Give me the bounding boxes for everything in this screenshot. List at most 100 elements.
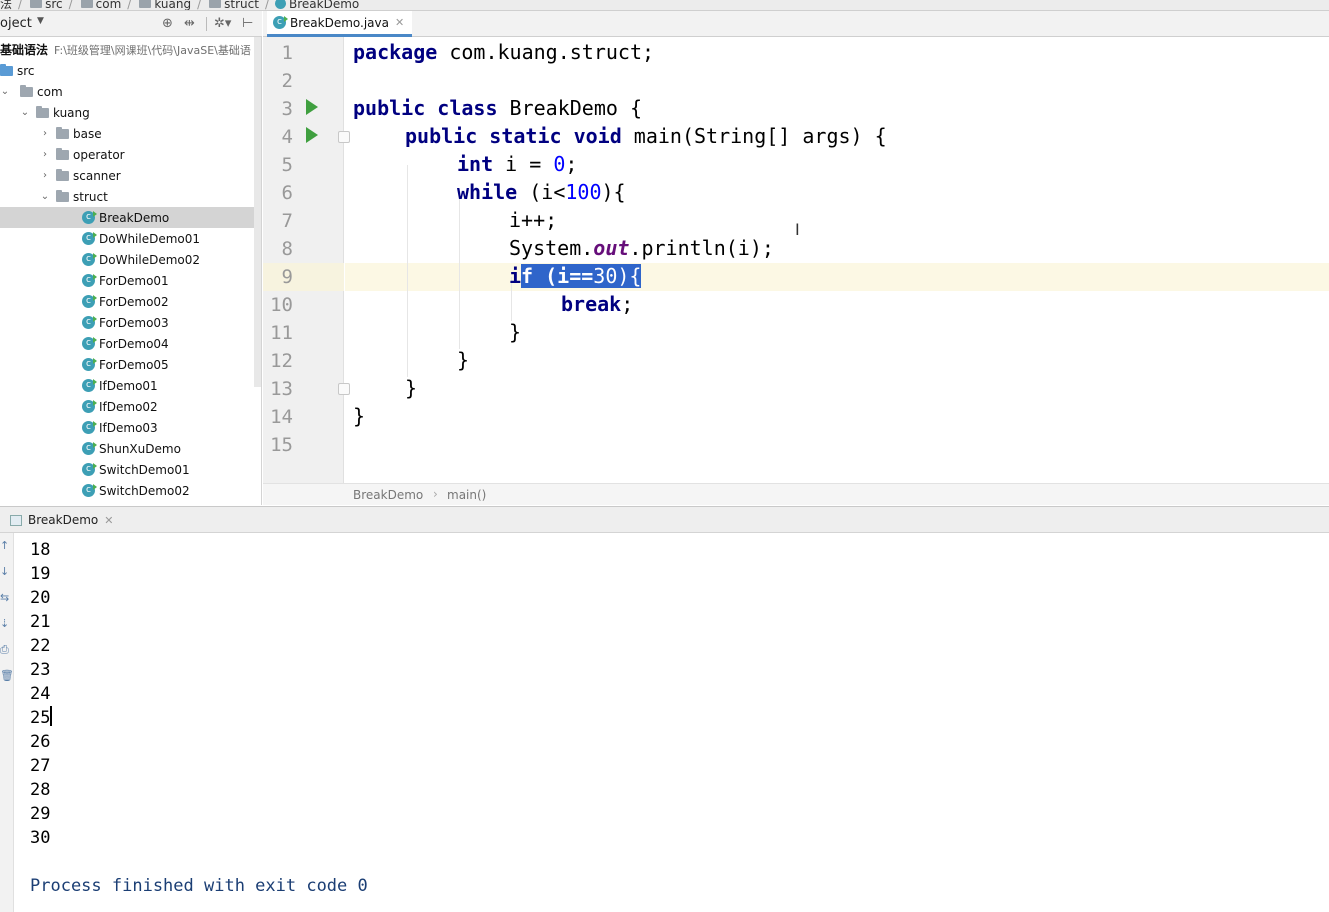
tree-item-label: SwitchDemo02: [99, 483, 190, 498]
run-panel-header: BreakDemo ✕: [0, 506, 1329, 533]
tree-item-class[interactable]: c DoWhileDemo01: [0, 228, 253, 249]
console-line: 30: [30, 828, 51, 848]
tree-item-class[interactable]: c DoWhileDemo02: [0, 249, 253, 270]
tree-item-class[interactable]: c ForDemo01: [0, 270, 253, 291]
breadcrumb-item[interactable]: src /: [26, 0, 77, 11]
editor-breadcrumb: BreakDemo › main(): [263, 483, 1329, 505]
code-line-8: System.out.println(i);: [509, 234, 774, 262]
close-icon[interactable]: ✕: [104, 514, 113, 527]
chevron-down-icon[interactable]: ⌄: [0, 86, 10, 97]
breadcrumb-method[interactable]: main(): [447, 488, 486, 502]
tree-item-breakdemo[interactable]: c BreakDemo: [0, 207, 261, 228]
scroll-to-end-icon[interactable]: ⇣: [0, 617, 9, 630]
breadcrumb-separator: /: [197, 0, 202, 11]
tree-item-label: ForDemo01: [99, 273, 169, 288]
class-icon: c: [82, 274, 97, 287]
code-editor[interactable]: 1 2 3 4 5 6 7 8 9 10 11 12 13 14 15 pack…: [263, 37, 1329, 483]
class-icon: c: [82, 421, 97, 434]
tab-run-breakdemo[interactable]: BreakDemo ✕: [4, 507, 119, 533]
current-line-highlight: [345, 263, 1329, 291]
tree-item-kuang[interactable]: ⌄ kuang: [0, 102, 253, 123]
number-literal: 30: [593, 264, 618, 288]
chevron-right-icon[interactable]: ›: [40, 170, 50, 181]
breadcrumb-item[interactable]: kuang /: [135, 0, 205, 11]
code-text: main(String[] args) {: [621, 124, 887, 148]
breadcrumb-label: 法: [0, 0, 13, 11]
tree-item-label: IfDemo03: [99, 420, 158, 435]
line-number: 11: [270, 322, 293, 344]
tree-item-scanner[interactable]: › scanner: [0, 165, 253, 186]
keyword: public static void: [405, 124, 622, 148]
selected-code: ){: [617, 264, 642, 288]
console-line: 29: [30, 804, 51, 824]
tree-item-class[interactable]: c ForDemo02: [0, 291, 253, 312]
tree-item-class[interactable]: c SwitchDemo02: [0, 480, 253, 501]
breadcrumb-class[interactable]: BreakDemo: [353, 488, 423, 502]
tree-item-class[interactable]: c IfDemo03: [0, 417, 253, 438]
static-field: out: [593, 236, 630, 260]
run-console[interactable]: ↑ ↓ ⇆ ⇣ ⎙ 🗑 18 19 20 21 22 23 24 25 26 2…: [0, 533, 1329, 912]
code-text: com.kuang.struct;: [437, 40, 655, 64]
print-icon[interactable]: ⎙: [0, 643, 9, 657]
trash-icon[interactable]: 🗑: [0, 669, 14, 682]
class-icon: c: [82, 463, 97, 476]
editor-tab-strip: c BreakDemo.java ✕: [263, 11, 1329, 37]
arrow-up-icon[interactable]: ↑: [0, 539, 9, 552]
run-class-icon[interactable]: [306, 99, 318, 115]
module-path: F:\班级管理\网课班\代码\JavaSE\基础语: [54, 43, 251, 57]
console-line: 18: [30, 540, 51, 560]
tree-item-label: IfDemo02: [99, 399, 158, 414]
tree-item-class[interactable]: c SwitchDemo01: [0, 459, 253, 480]
project-tool-header: oject ▼ ⊕ ⇹ ✲▾ ⊢: [0, 11, 262, 37]
tree-item-class[interactable]: c IfDemo01: [0, 375, 253, 396]
breadcrumb-item[interactable]: BreakDemo: [273, 0, 359, 10]
hide-panel-icon[interactable]: ⊢: [242, 16, 253, 31]
code-line-13: }: [405, 374, 417, 402]
breadcrumb-separator: /: [18, 0, 23, 11]
tab-breakdemo-java[interactable]: c BreakDemo.java ✕: [267, 11, 413, 37]
console-line: 19: [30, 564, 51, 584]
breadcrumb-item[interactable]: 法 /: [0, 0, 26, 11]
breadcrumb-separator: /: [68, 0, 73, 11]
tree-item-src[interactable]: src: [0, 60, 253, 81]
chevron-down-icon[interactable]: ▼: [37, 16, 44, 26]
tree-item-class[interactable]: c ForDemo05: [0, 354, 253, 375]
breadcrumb-item[interactable]: com /: [77, 0, 136, 11]
fold-icon[interactable]: [338, 131, 350, 143]
breadcrumb-item[interactable]: struct /: [205, 0, 273, 10]
close-icon[interactable]: ✕: [395, 16, 404, 29]
tree-item-class[interactable]: c ForDemo03: [0, 312, 253, 333]
tree-item-module[interactable]: 基础语法 F:\班级管理\网课班\代码\JavaSE\基础语: [0, 39, 253, 60]
code-line-14: }: [353, 402, 365, 430]
code-text: i++;: [509, 208, 558, 232]
tree-item-class[interactable]: c ForDemo04: [0, 333, 253, 354]
soft-wrap-icon[interactable]: ⇆: [0, 591, 9, 604]
chevron-down-icon[interactable]: ⌄: [20, 107, 30, 118]
code-text: }: [457, 348, 470, 372]
tree-item-com[interactable]: ⌄ com: [0, 81, 253, 102]
chevron-right-icon[interactable]: ›: [40, 149, 50, 160]
chevron-right-icon[interactable]: ›: [40, 128, 50, 139]
gear-icon[interactable]: ✲▾: [214, 16, 231, 31]
line-number: 3: [281, 98, 293, 120]
package-icon: [56, 147, 69, 160]
tree-item-class[interactable]: c IfDemo02: [0, 396, 253, 417]
fold-icon[interactable]: [338, 383, 350, 395]
tree-item-label: ForDemo02: [99, 294, 169, 309]
arrow-down-icon[interactable]: ↓: [0, 565, 9, 578]
indent-guide: [407, 165, 408, 377]
tree-item-label: ForDemo04: [99, 336, 169, 351]
tree-item-struct[interactable]: ⌄ struct: [0, 186, 253, 207]
tree-item-base[interactable]: › base: [0, 123, 253, 144]
run-main-icon[interactable]: [306, 127, 318, 143]
text-caret: [50, 706, 53, 726]
chevron-down-icon[interactable]: ⌄: [40, 191, 50, 202]
tree-scrollbar[interactable]: [254, 37, 261, 387]
code-text: BreakDemo {: [497, 96, 642, 120]
breadcrumb-separator: /: [127, 0, 132, 11]
tree-item-class[interactable]: c ShunXuDemo: [0, 438, 253, 459]
collapse-all-icon[interactable]: ⇹: [184, 16, 195, 31]
project-view-selector[interactable]: oject: [0, 16, 32, 31]
locate-icon[interactable]: ⊕: [162, 16, 173, 31]
tree-item-operator[interactable]: › operator: [0, 144, 253, 165]
